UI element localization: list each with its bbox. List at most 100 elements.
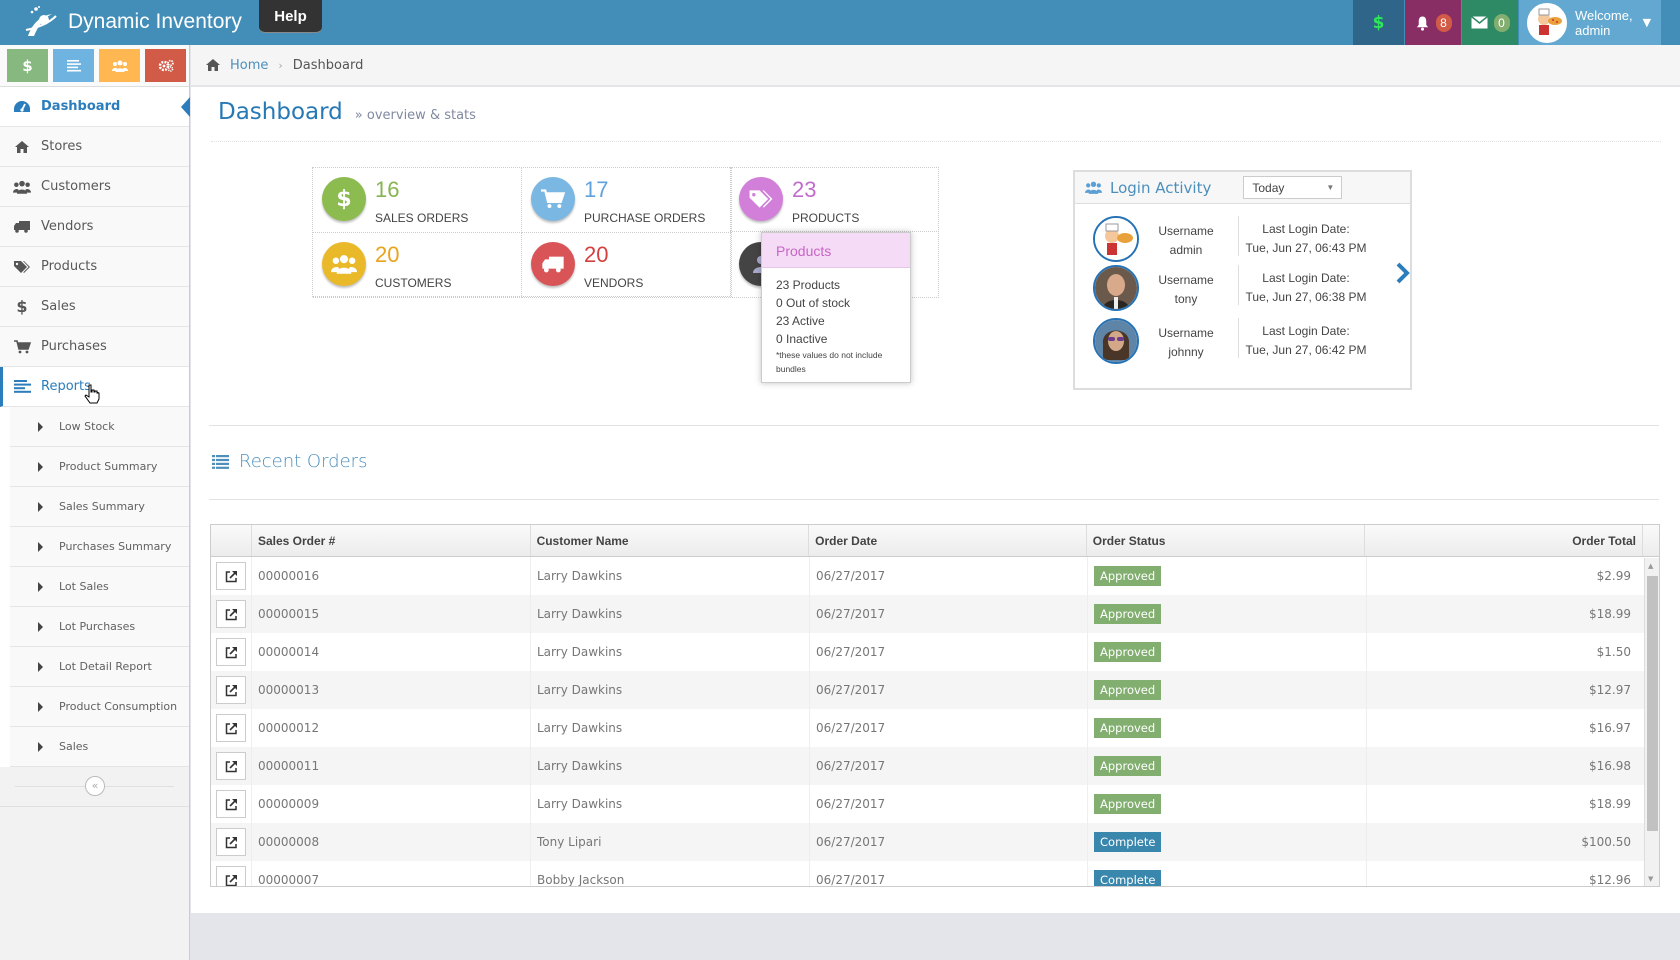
- table-row[interactable]: 00000013 Larry Dawkins 06/27/2017 Approv…: [211, 671, 1659, 709]
- submenu-item-lot-purchases[interactable]: Lot Purchases: [10, 607, 189, 647]
- row-action-cell: [211, 861, 252, 886]
- stat-vendors[interactable]: 20 VENDORS: [522, 233, 731, 298]
- notifications-button[interactable]: 8: [1405, 0, 1461, 45]
- open-order-button[interactable]: [216, 562, 246, 590]
- page-header: Dashboard » overview & stats: [211, 87, 1661, 142]
- table-row[interactable]: 00000011 Larry Dawkins 06/27/2017 Approv…: [211, 747, 1659, 785]
- open-order-button[interactable]: [216, 790, 246, 818]
- column-header-order-total[interactable]: Order Total: [1365, 525, 1644, 556]
- row-action-cell: [211, 747, 252, 785]
- open-order-button[interactable]: [216, 866, 246, 886]
- cell-customer: Larry Dawkins: [531, 671, 810, 709]
- submenu-item-product-summary[interactable]: Product Summary: [10, 447, 189, 487]
- scroll-up-icon[interactable]: ▲: [1648, 562, 1653, 570]
- stat-label: CUSTOMERS: [375, 276, 452, 290]
- submenu-item-low-stock[interactable]: Low Stock: [10, 407, 189, 447]
- cell-sales-order: 00000009: [252, 785, 531, 823]
- shortcut-settings-button[interactable]: [145, 49, 186, 82]
- open-order-button[interactable]: [216, 828, 246, 856]
- shortcut-reports-button[interactable]: [53, 49, 94, 82]
- users-icon: [322, 242, 366, 286]
- stat-products[interactable]: 23 PRODUCTS: [730, 167, 939, 232]
- notifications-badge: 8: [1435, 13, 1452, 32]
- login-period-select[interactable]: Today ▼: [1243, 176, 1343, 199]
- help-button[interactable]: Help: [259, 0, 322, 33]
- status-badge: Approved: [1094, 756, 1162, 776]
- scrollbar-thumb[interactable]: [1647, 576, 1658, 831]
- sidebar-item-customers[interactable]: Customers: [0, 167, 189, 207]
- sidebar-item-products[interactable]: Products: [0, 247, 189, 287]
- stat-value: 23: [792, 177, 817, 202]
- cell-sales-order: 00000015: [252, 595, 531, 633]
- login-date: Last Login Date: Tue, Jun 27, 06:38 PM: [1245, 271, 1367, 304]
- scroll-down-icon[interactable]: ▼: [1648, 875, 1653, 883]
- sidebar-item-dashboard[interactable]: Dashboard: [0, 87, 190, 127]
- sidebar-collapse-button[interactable]: «: [85, 776, 105, 796]
- open-order-button[interactable]: [216, 600, 246, 628]
- table-scrollbar[interactable]: ▲ ▼: [1644, 558, 1659, 886]
- submenu-item-sales-summary[interactable]: Sales Summary: [10, 487, 189, 527]
- submenu-item-product-consumption[interactable]: Product Consumption: [10, 687, 189, 727]
- login-date: Last Login Date: Tue, Jun 27, 06:42 PM: [1245, 324, 1367, 357]
- submenu-item-purchases-summary[interactable]: Purchases Summary: [10, 527, 189, 567]
- table-row[interactable]: 00000016 Larry Dawkins 06/27/2017 Approv…: [211, 557, 1659, 595]
- stat-value: 20: [584, 242, 609, 267]
- breadcrumb-home-link[interactable]: Home: [230, 58, 268, 73]
- popover-line: 0 Out of stock: [776, 296, 851, 310]
- sidebar-item-vendors[interactable]: Vendors: [0, 207, 189, 247]
- submenu-item-lot-sales[interactable]: Lot Sales: [10, 567, 189, 607]
- cell-order-status: Approved: [1088, 709, 1367, 747]
- app-logo[interactable]: Dynamic Inventory: [22, 4, 242, 40]
- bell-icon: [1416, 15, 1428, 31]
- align-left-icon: [13, 378, 31, 396]
- stat-label: SALES ORDERS: [375, 211, 469, 225]
- table-body: 00000016 Larry Dawkins 06/27/2017 Approv…: [211, 557, 1659, 886]
- shortcut-users-button[interactable]: [99, 49, 140, 82]
- cell-customer: Larry Dawkins: [531, 747, 810, 785]
- sidebar-item-purchases[interactable]: Purchases: [0, 327, 189, 367]
- messages-button[interactable]: 0: [1462, 0, 1518, 45]
- sidebar-item-label: Sales: [41, 299, 76, 314]
- cell-order-total: $18.99: [1589, 607, 1631, 621]
- table-row[interactable]: 00000008 Tony Lipari 06/27/2017 Complete…: [211, 823, 1659, 861]
- shortcut-sales-button[interactable]: $: [7, 49, 48, 82]
- open-order-button[interactable]: [216, 714, 246, 742]
- user-menu[interactable]: Welcome, admin ▼: [1519, 0, 1661, 45]
- stat-label: VENDORS: [584, 276, 644, 290]
- external-link-icon: [225, 874, 237, 886]
- stat-purchase-orders[interactable]: 17 PURCHASE ORDERS: [522, 168, 731, 233]
- cell-sales-order: 00000007: [252, 861, 531, 886]
- submenu-item-sales[interactable]: Sales: [10, 727, 189, 767]
- popover-line: 0 Inactive: [776, 332, 828, 346]
- column-header-order-status[interactable]: Order Status: [1087, 525, 1366, 556]
- sidebar-item-label: Customers: [41, 179, 111, 194]
- sidebar-item-stores[interactable]: Stores: [0, 127, 189, 167]
- table-row[interactable]: 00000007 Bobby Jackson 06/27/2017 Comple…: [211, 861, 1659, 886]
- chevron-right-icon[interactable]: [1396, 262, 1410, 290]
- column-header-customer[interactable]: Customer Name: [531, 525, 810, 556]
- column-header-sales-order[interactable]: Sales Order #: [252, 525, 531, 556]
- table-row[interactable]: 00000015 Larry Dawkins 06/27/2017 Approv…: [211, 595, 1659, 633]
- cell-customer: Larry Dawkins: [531, 595, 810, 633]
- caret-down-icon: ▼: [1642, 16, 1652, 29]
- cell-order-total: $100.50: [1581, 835, 1631, 849]
- open-order-button[interactable]: [216, 752, 246, 780]
- open-order-button[interactable]: [216, 676, 246, 704]
- table-row[interactable]: 00000009 Larry Dawkins 06/27/2017 Approv…: [211, 785, 1659, 823]
- stat-sales-orders[interactable]: $ 16 SALES ORDERS: [313, 168, 522, 233]
- dollar-icon: $: [322, 177, 366, 221]
- cell-sales-order: 00000012: [252, 709, 531, 747]
- stat-customers[interactable]: 20 CUSTOMERS: [313, 233, 522, 298]
- table-row[interactable]: 00000014 Larry Dawkins 06/27/2017 Approv…: [211, 633, 1659, 671]
- avatar: [1093, 318, 1139, 364]
- open-order-button[interactable]: [216, 638, 246, 666]
- page-title: Dashboard: [218, 99, 343, 125]
- users-icon: [13, 178, 31, 196]
- sales-nav-button[interactable]: $: [1353, 0, 1404, 45]
- column-header-order-date[interactable]: Order Date: [809, 525, 1087, 556]
- table-row[interactable]: 00000012 Larry Dawkins 06/27/2017 Approv…: [211, 709, 1659, 747]
- sidebar-item-sales[interactable]: $ Sales: [0, 287, 189, 327]
- breadcrumb-current: Dashboard: [292, 57, 364, 73]
- cell-order-total: $18.99: [1589, 797, 1631, 811]
- submenu-item-lot-detail-report[interactable]: Lot Detail Report: [10, 647, 189, 687]
